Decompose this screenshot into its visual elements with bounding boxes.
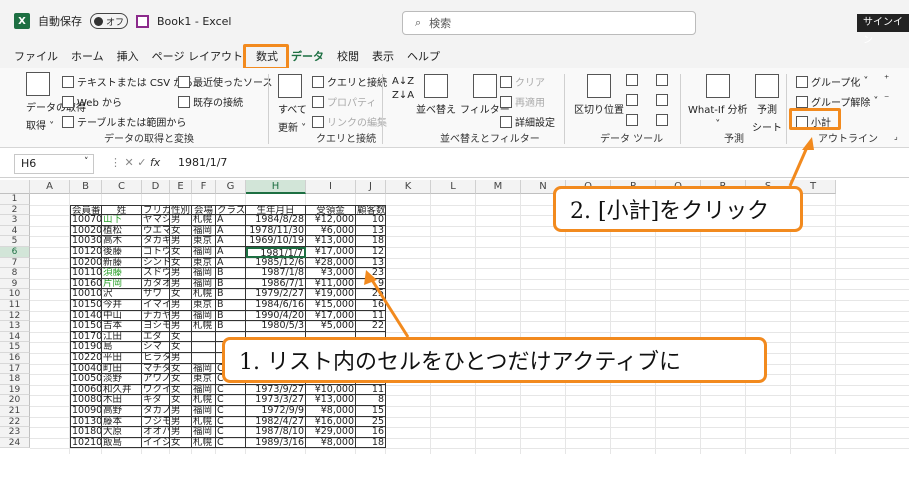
annotation-arrows [364,137,814,338]
